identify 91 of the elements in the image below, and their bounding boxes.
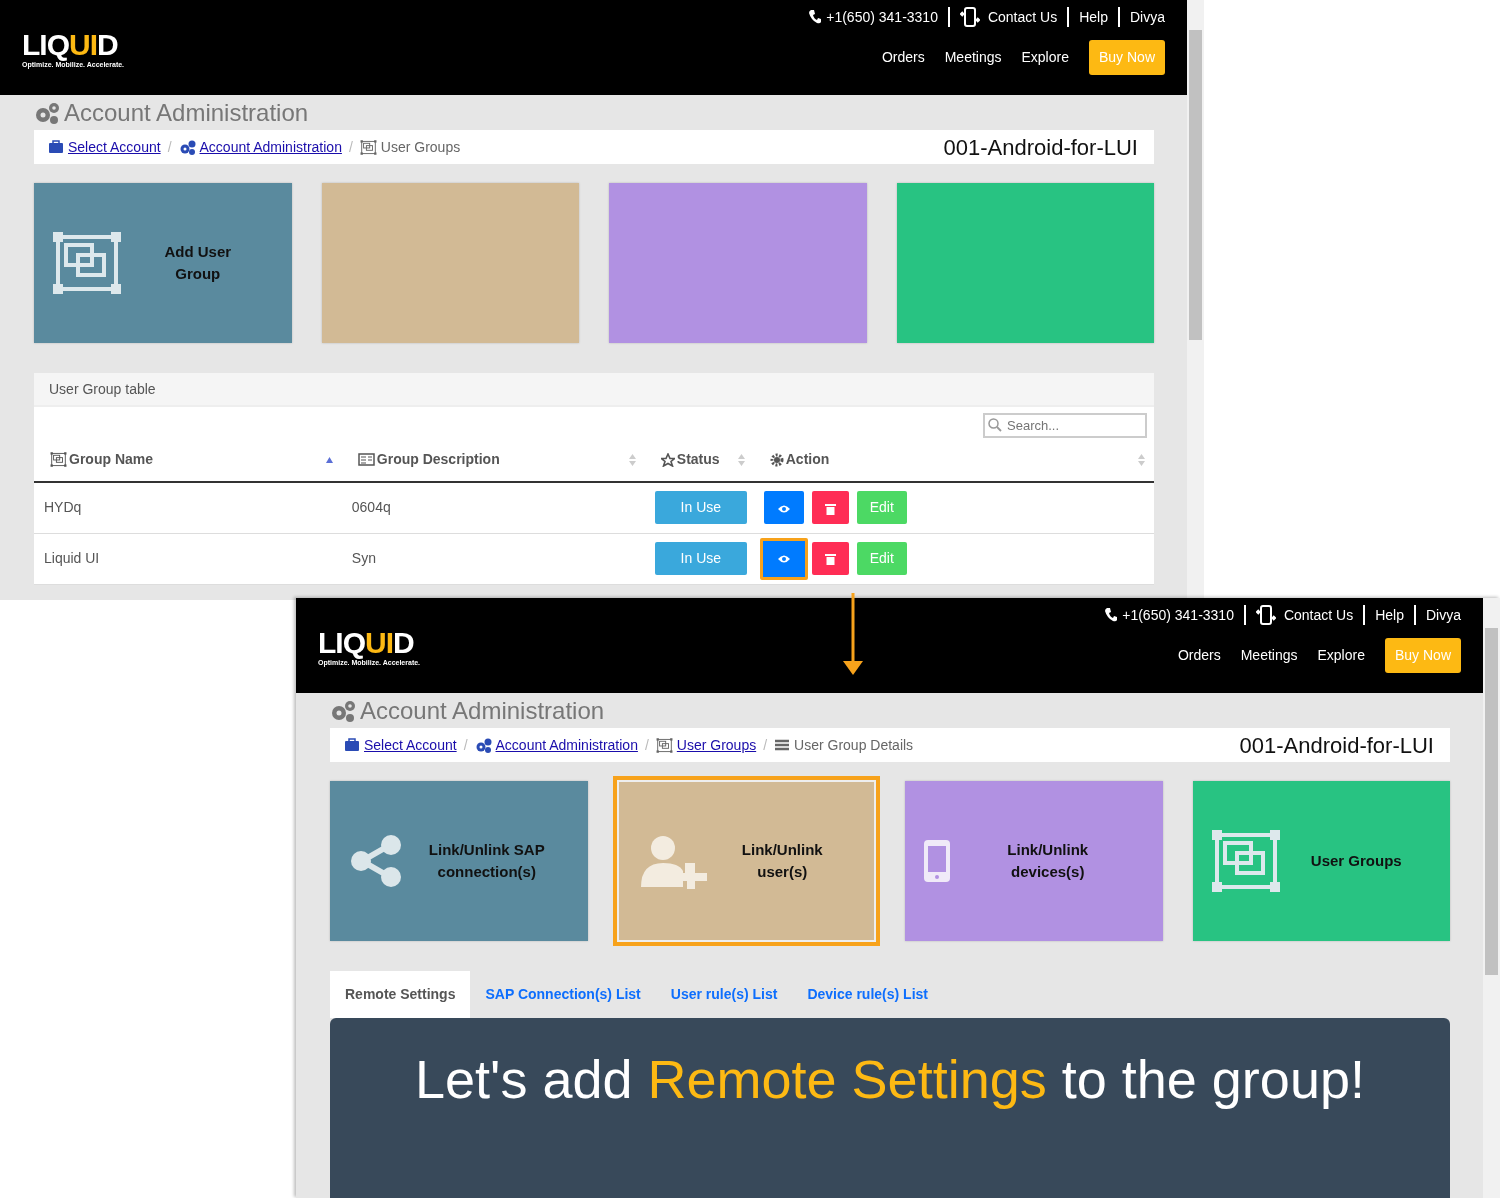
breadcrumb-current: User Group Details: [794, 735, 914, 755]
column-header[interactable]: Group Name: [69, 449, 153, 470]
tile-label: Add User Group: [163, 242, 233, 284]
nav-link[interactable]: Contact Us: [1283, 604, 1354, 626]
view-button[interactable]: [759, 537, 808, 580]
table-cell: HYDq: [44, 499, 82, 516]
mobile-arrows-icon: [959, 6, 980, 28]
tab[interactable]: Remote Settings: [330, 971, 471, 1018]
breadcrumb-separator: /: [463, 735, 468, 755]
user-groups-icon: [52, 231, 122, 295]
gear-icon: [769, 452, 784, 467]
nav-link[interactable]: Meetings: [944, 47, 1002, 68]
mobile-arrows-icon: [1255, 604, 1276, 626]
scrollbar[interactable]: [1187, 0, 1204, 600]
phone-number: +1(650) 341-3310: [1122, 605, 1234, 625]
breadcrumb-link[interactable]: User Groups: [676, 734, 757, 756]
tile[interactable]: [609, 183, 867, 343]
column-header[interactable]: Status: [676, 449, 720, 470]
logo: LIQUID: [318, 628, 415, 658]
tile[interactable]: Link/Unlink devices(s): [905, 781, 1163, 941]
breadcrumb-separator: /: [763, 735, 768, 755]
user-groups-icon: [50, 452, 67, 467]
nav-link[interactable]: Meetings: [1240, 645, 1298, 666]
tile[interactable]: User Groups: [1192, 781, 1450, 941]
tab[interactable]: SAP Connection(s) List: [470, 971, 656, 1018]
tile[interactable]: Link/Unlink user(s): [612, 776, 880, 946]
breadcrumb-link[interactable]: Account Administration: [495, 734, 638, 756]
delete-button[interactable]: [811, 491, 849, 525]
breadcrumb-link[interactable]: Select Account: [364, 734, 457, 756]
table-cell: Liquid UI: [44, 550, 100, 566]
briefcase-icon: [344, 738, 360, 752]
logo: LIQUID: [22, 30, 119, 60]
breadcrumb-link[interactable]: Select Account: [68, 136, 161, 158]
nav-link[interactable]: Divya: [1130, 6, 1165, 28]
page-title: Account Administration: [360, 696, 605, 726]
account-name: 001-Android-for-LUI: [1239, 731, 1434, 760]
user-groups-icon: [1210, 829, 1281, 893]
account-name: 001-Android-for-LUI: [943, 133, 1138, 162]
breadcrumb-current: User Groups: [380, 137, 461, 157]
phone-icon: [1104, 607, 1119, 623]
breadcrumb-separator: /: [167, 137, 172, 157]
panel-heading: User Group table: [34, 373, 1154, 407]
search-field[interactable]: Search...: [983, 413, 1147, 438]
gears-icon: [34, 101, 60, 125]
nav-link[interactable]: Orders: [881, 47, 925, 68]
eye-icon: [776, 503, 791, 514]
trash-icon: [824, 553, 836, 566]
search-icon: [988, 418, 1002, 432]
phone-number: +1(650) 341-3310: [826, 7, 938, 27]
gears-icon: [474, 737, 492, 753]
tile[interactable]: Link/Unlink SAP connection(s): [330, 781, 588, 941]
breadcrumb-separator: /: [348, 137, 353, 157]
nav-link[interactable]: Help: [1375, 604, 1404, 626]
tab[interactable]: User rule(s) List: [655, 971, 793, 1018]
card-icon: [357, 453, 375, 466]
tile[interactable]: [896, 183, 1154, 343]
nav-link[interactable]: Help: [1079, 6, 1108, 28]
tile[interactable]: Add User Group: [34, 183, 292, 343]
star-icon: [660, 452, 675, 467]
briefcase-icon: [48, 140, 64, 154]
gears-icon: [330, 699, 356, 723]
tile-label: Link/Unlink SAP connection(s): [427, 840, 546, 882]
tile-label: Link/Unlink user(s): [740, 840, 824, 882]
phone-icon: [808, 9, 823, 25]
scrollbar[interactable]: [1483, 598, 1500, 1198]
breadcrumb-separator: /: [644, 735, 649, 755]
delete-button[interactable]: [811, 542, 849, 575]
tile-label: User Groups: [1309, 851, 1403, 872]
user-groups-icon: [359, 139, 377, 155]
column-header[interactable]: Group Description: [376, 449, 500, 470]
nav-link[interactable]: Contact Us: [987, 6, 1058, 28]
list-icon: [774, 738, 791, 752]
tile-label: Link/Unlink devices(s): [1006, 840, 1090, 882]
share-icon: [348, 833, 404, 889]
column-header[interactable]: Action: [785, 449, 830, 470]
tab[interactable]: Device rule(s) List: [792, 971, 943, 1018]
user-groups-icon: [655, 737, 673, 753]
nav-link[interactable]: Explore: [1317, 645, 1365, 666]
trash-icon: [824, 502, 836, 515]
table-cell: Syn: [351, 550, 376, 566]
nav-link[interactable]: Orders: [1177, 645, 1221, 666]
gears-icon: [178, 139, 196, 155]
breadcrumb-link[interactable]: Account Administration: [199, 136, 342, 158]
view-button[interactable]: [763, 491, 804, 525]
table-cell: 0604q: [351, 499, 391, 516]
mobile-phone-icon: [923, 839, 951, 883]
page-title: Account Administration: [64, 98, 309, 128]
nav-link[interactable]: Divya: [1426, 604, 1461, 626]
tile[interactable]: [321, 183, 579, 343]
eye-icon: [776, 554, 791, 565]
nav-link[interactable]: Explore: [1021, 47, 1069, 68]
